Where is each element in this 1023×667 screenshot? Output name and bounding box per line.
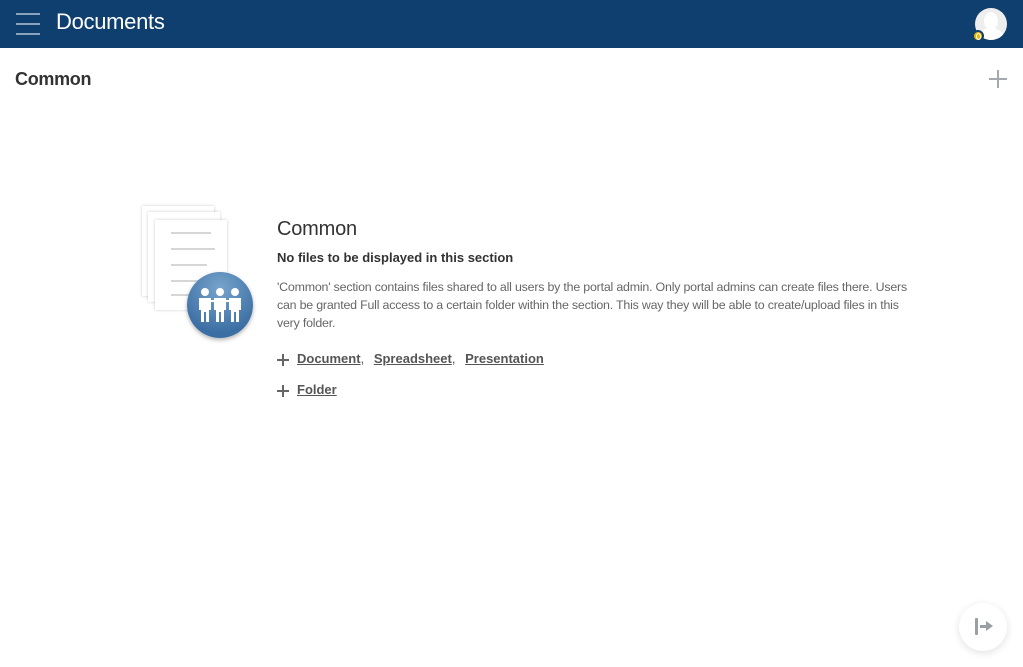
empty-state-description: 'Common' section contains files shared t… (277, 280, 907, 330)
create-file-row: Document, Spreadsheet, Presentation (277, 351, 917, 369)
create-folder-row: Folder (277, 382, 917, 400)
create-document-link[interactable]: Document (297, 351, 361, 366)
empty-state-title: Common (277, 218, 357, 240)
plus-icon[interactable] (989, 70, 1007, 88)
empty-state: Common No files to be displayed in this … (277, 218, 917, 400)
shared-documents-people-icon (138, 204, 256, 340)
arrow-right-to-bar-icon[interactable] (959, 603, 1007, 651)
top-bar: Documents (0, 0, 1023, 48)
coin-badge-icon (972, 30, 984, 42)
hamburger-icon[interactable] (16, 13, 40, 35)
separator: , (360, 351, 365, 366)
create-spreadsheet-link[interactable]: Spreadsheet (374, 351, 452, 366)
plus-icon (277, 354, 289, 366)
separator: , (451, 351, 456, 366)
section-title: Common (15, 69, 92, 89)
create-folder-link[interactable]: Folder (297, 382, 337, 397)
create-presentation-link[interactable]: Presentation (465, 351, 544, 366)
plus-icon (277, 385, 289, 397)
empty-state-subtitle: No files to be displayed in this section (277, 250, 514, 265)
app-title: Documents (56, 9, 165, 34)
